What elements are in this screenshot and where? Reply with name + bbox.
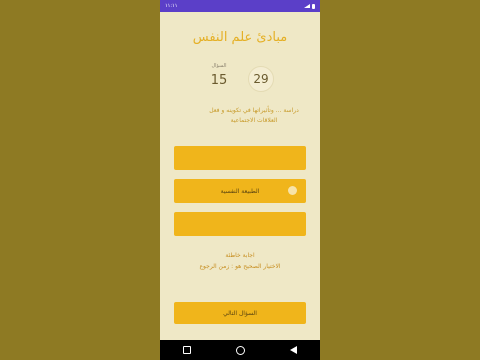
home-icon[interactable]	[235, 345, 245, 355]
status-time: ۱۱:۱۱	[165, 3, 178, 9]
feedback-wrong: اجابة خاطئة	[225, 252, 255, 259]
score-value: 29	[253, 72, 269, 86]
status-bar: ۱۱:۱۱	[160, 0, 320, 12]
android-nav-bar	[160, 340, 320, 360]
question-counter-label: السؤال	[211, 63, 227, 69]
next-question-label: السؤال التالي	[223, 309, 257, 317]
selected-radio-icon	[288, 186, 297, 195]
signal-icon	[304, 4, 310, 8]
question-counter-value: 15	[210, 73, 228, 88]
score-badge: 29	[248, 66, 274, 92]
answer-option-1[interactable]	[174, 146, 306, 170]
answer-option-2[interactable]: الطبيعة النفسية	[174, 179, 306, 203]
question-text: دراسة ... وتأثيراتها في تكوينه و فعل الع…	[209, 107, 299, 124]
battery-icon	[312, 3, 315, 9]
status-icons	[304, 3, 315, 9]
page-title: مبادئ علم النفس	[192, 30, 288, 45]
recents-icon[interactable]	[182, 346, 191, 354]
answer-option-label: الطبيعة النفسية	[220, 187, 260, 195]
phone-screen: ۱۱:۱۱ مبادئ علم النفس السؤال 15 29 دراسة…	[160, 0, 320, 360]
next-question-button[interactable]: السؤال التالي	[174, 302, 306, 324]
answer-option-3[interactable]	[174, 212, 306, 236]
feedback-correct-answer: الاختيار الصحيح هو : زمن الرجوع	[199, 263, 281, 270]
back-icon[interactable]	[290, 346, 298, 354]
